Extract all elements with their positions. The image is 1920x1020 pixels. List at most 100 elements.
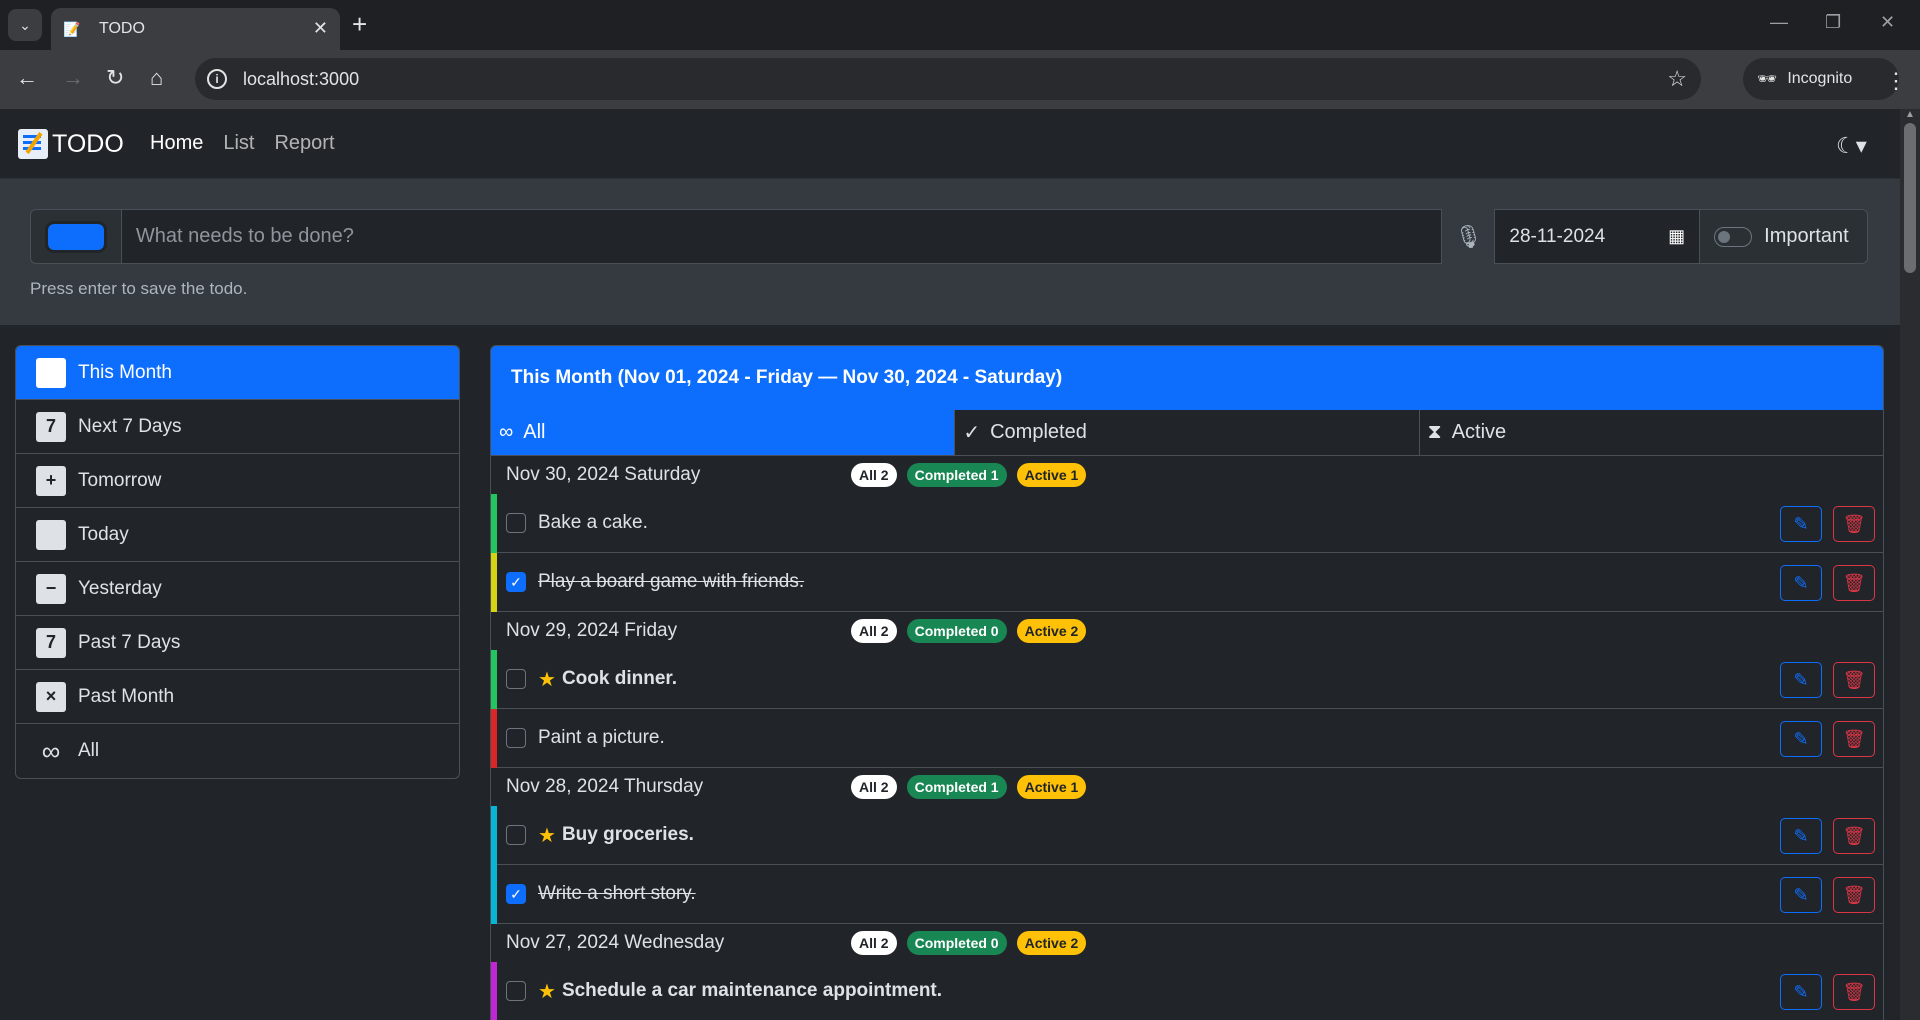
delete-trash-icon[interactable]: 🗑 — [1833, 877, 1875, 913]
brand[interactable]: TODO — [18, 129, 124, 159]
edit-pencil-icon[interactable]: ✎ — [1780, 506, 1822, 542]
todo-color-stripe — [491, 962, 497, 1020]
filter-tab[interactable]: ✓ Completed — [955, 410, 1420, 455]
nav-home[interactable]: Home — [150, 132, 203, 155]
date-field[interactable]: 28-11-2024 ▦ — [1494, 209, 1701, 264]
filter-tab[interactable]: ⧗ Active — [1420, 410, 1883, 455]
browser-tab[interactable]: 📝 TODO ✕ — [51, 8, 340, 50]
edit-pencil-icon[interactable]: ✎ — [1780, 721, 1822, 757]
theme-toggle-moon-icon[interactable]: ☾▾ — [1836, 133, 1867, 159]
reload-icon[interactable]: ↻ — [106, 66, 124, 90]
todo-color-stripe — [491, 650, 497, 709]
hourglass-icon: ⧗ — [1427, 421, 1442, 443]
todo-actions: ✎ 🗑 — [1780, 877, 1875, 913]
page-scrollbar[interactable]: ▲ — [1900, 109, 1920, 1020]
calendar-7-icon: 7 — [36, 627, 66, 658]
nav-report[interactable]: Report — [274, 132, 334, 155]
scroll-thumb[interactable] — [1904, 123, 1916, 273]
todo-logo-icon — [18, 129, 48, 159]
home-icon[interactable]: ⌂ — [150, 66, 163, 90]
sidebar-item[interactable]: × Past Month — [16, 670, 459, 724]
todo-color-stripe — [491, 553, 497, 612]
restore-icon[interactable]: ❐ — [1825, 12, 1841, 33]
todo-item: ★ Cook dinner. ✎ 🗑 — [491, 650, 1883, 709]
day-header: Nov 30, 2024 Saturday All 2 Completed 1 Act… — [491, 456, 1883, 494]
todo-input[interactable] — [121, 209, 1443, 264]
todo-checkbox[interactable] — [506, 513, 526, 533]
delete-trash-icon[interactable]: 🗑 — [1833, 662, 1875, 698]
todo-text: Schedule a car maintenance appointment. — [561, 980, 943, 1001]
microphone-icon[interactable]: 🎙 — [1442, 209, 1494, 264]
delete-trash-icon[interactable]: 🗑 — [1833, 818, 1875, 854]
sidebar-item[interactable]: ∞ All — [16, 724, 459, 778]
badge-all: All 2 — [851, 463, 897, 487]
new-tab-button[interactable]: + — [352, 10, 367, 38]
edit-pencil-icon[interactable]: ✎ — [1780, 818, 1822, 854]
todo-checkbox[interactable] — [506, 728, 526, 748]
todo-item: ★ Buy groceries. ✎ 🗑 — [491, 806, 1883, 865]
todo-item: Paint a picture. ✎ 🗑 — [491, 709, 1883, 768]
sidebar-item-label: Today — [78, 523, 129, 545]
edit-pencil-icon[interactable]: ✎ — [1780, 662, 1822, 698]
sidebar-item[interactable]: − Yesterday — [16, 562, 459, 616]
sidebar-item[interactable]: 7 Past 7 Days — [16, 616, 459, 670]
forward-icon[interactable]: → — [62, 66, 84, 90]
badge-active: Active 2 — [1016, 931, 1087, 955]
delete-trash-icon[interactable]: 🗑 — [1833, 565, 1875, 601]
sidebar-item[interactable]: + Tomorrow — [16, 454, 459, 508]
infinity-icon: ∞ — [499, 421, 514, 443]
color-picker[interactable] — [30, 209, 122, 264]
address-bar[interactable]: i localhost:3000 ☆ — [195, 58, 1701, 100]
bookmark-star-icon[interactable]: ☆ — [1667, 66, 1687, 92]
browser-menu-icon[interactable]: ⋮ — [1885, 68, 1907, 94]
todo-panel: This Month (Nov 01, 2024 - Friday — Nov … — [490, 345, 1884, 1020]
scroll-up-icon[interactable]: ▲ — [1905, 109, 1915, 120]
sidebar-item[interactable]: Today — [16, 508, 459, 562]
important-label: Important — [1764, 225, 1849, 247]
todo-checkbox[interactable]: ✓ — [506, 572, 526, 592]
day-date: Nov 30, 2024 Saturday — [506, 464, 701, 485]
todo-actions: ✎ 🗑 — [1780, 721, 1875, 757]
delete-trash-icon[interactable]: 🗑 — [1833, 506, 1875, 542]
delete-trash-icon[interactable]: 🗑 — [1833, 974, 1875, 1010]
nav-list[interactable]: List — [223, 132, 254, 155]
close-window-icon[interactable]: ✕ — [1880, 12, 1895, 33]
sidebar-item[interactable]: 7 Next 7 Days — [16, 400, 459, 454]
site-info-icon[interactable]: i — [207, 69, 227, 89]
calendar-icon[interactable]: ▦ — [1668, 226, 1685, 247]
browser-tabstrip: ⌄ 📝 TODO ✕ + — ❐ ✕ — [0, 0, 1920, 50]
filter-tab[interactable]: ∞ All — [491, 410, 956, 455]
delete-trash-icon[interactable]: 🗑 — [1833, 721, 1875, 757]
edit-pencil-icon[interactable]: ✎ — [1780, 974, 1822, 1010]
todo-checkbox[interactable] — [506, 825, 526, 845]
important-switch[interactable] — [1714, 226, 1753, 247]
day-header: Nov 29, 2024 Friday All 2 Completed 0 Activ… — [491, 612, 1883, 650]
todo-checkbox[interactable] — [506, 981, 526, 1001]
sidebar-item[interactable]: This Month — [16, 346, 459, 400]
minimize-icon[interactable]: — — [1770, 12, 1788, 33]
todo-input-group: 🎙 28-11-2024 ▦ Important — [30, 209, 1868, 264]
important-toggle[interactable]: Important — [1700, 209, 1868, 264]
color-swatch — [44, 220, 107, 253]
todo-text: Write a short story. — [538, 883, 696, 904]
important-star-icon: ★ — [538, 824, 556, 847]
back-icon[interactable]: ← — [16, 66, 38, 90]
incognito-badge[interactable]: 🕶 Incognito — [1743, 58, 1899, 100]
filter-tabs: ∞ All ✓ Completed ⧗ Active — [491, 410, 1883, 456]
edit-pencil-icon[interactable]: ✎ — [1780, 565, 1822, 601]
calendar-today-icon — [36, 519, 66, 550]
tab-search-button[interactable]: ⌄ — [8, 9, 42, 41]
todo-color-stripe — [491, 865, 497, 924]
badge-all: All 2 — [851, 775, 897, 799]
todo-checkbox[interactable]: ✓ — [506, 884, 526, 904]
brand-text: TODO — [52, 129, 124, 158]
input-hint: Press enter to save the todo. — [30, 279, 248, 298]
close-tab-icon[interactable]: ✕ — [313, 18, 328, 39]
incognito-label: Incognito — [1787, 70, 1853, 87]
edit-pencil-icon[interactable]: ✎ — [1780, 877, 1822, 913]
todo-checkbox[interactable] — [506, 669, 526, 689]
todo-favicon-icon: 📝 — [63, 21, 81, 37]
badge-completed: Completed 0 — [906, 619, 1007, 643]
todo-actions: ✎ 🗑 — [1780, 565, 1875, 601]
filter-label: All — [523, 421, 546, 443]
